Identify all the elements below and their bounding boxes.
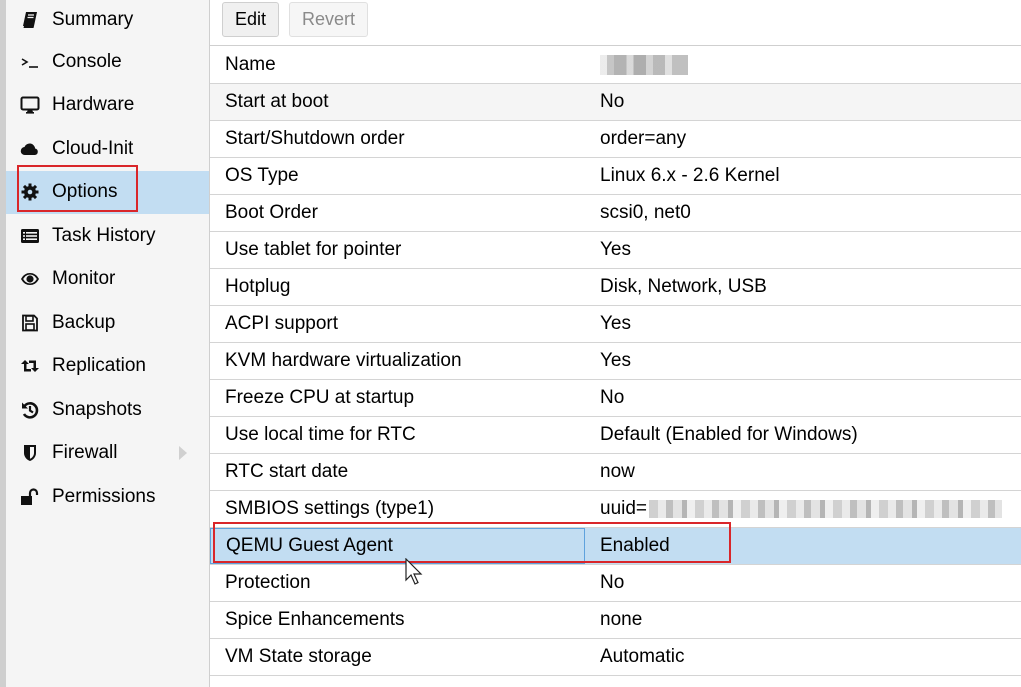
sidebar-item-label: Task History — [52, 224, 156, 246]
monitor-icon — [18, 93, 42, 117]
option-value: Linux 6.x - 2.6 Kernel — [600, 165, 780, 186]
list-icon — [18, 224, 42, 248]
option-key: KVM hardware virtualization — [225, 350, 462, 371]
sidebar-item-label: Hardware — [52, 94, 135, 116]
option-value: No — [600, 572, 625, 593]
cloud-icon — [18, 137, 42, 161]
table-row-tablet[interactable]: Use tablet for pointer Yes — [210, 232, 1021, 269]
option-key: Start at boot — [225, 91, 329, 112]
options-grid: Name Start at boot No Start/Shutdown ord… — [210, 47, 1021, 676]
option-value: Yes — [600, 239, 631, 260]
option-key: Use tablet for pointer — [225, 239, 402, 260]
sidebar-item-options[interactable]: Options — [6, 170, 209, 214]
table-row-start-at-boot[interactable]: Start at boot No — [210, 84, 1021, 121]
table-row-kvm[interactable]: KVM hardware virtualization Yes — [210, 343, 1021, 380]
option-value: No — [600, 91, 625, 112]
sidebar-item-summary[interactable]: Summary — [6, 0, 209, 40]
option-value: none — [600, 609, 643, 630]
sidebar-item-snapshots[interactable]: Snapshots — [6, 388, 209, 432]
option-key: Name — [225, 54, 276, 75]
shield-icon — [18, 441, 42, 465]
table-row-spice[interactable]: Spice Enhancements none — [210, 602, 1021, 639]
sidebar-item-label: Replication — [52, 355, 146, 377]
option-value: Yes — [600, 313, 631, 334]
uuid-prefix: uuid= — [600, 498, 648, 519]
table-row-qemu-agent[interactable]: QEMU Guest Agent Enabled — [210, 528, 1021, 565]
table-row-rtc-start[interactable]: RTC start date now — [210, 454, 1021, 491]
sidebar: Summary Console Hardware Cloud-Init Opti — [0, 0, 210, 687]
toolbar: Edit Revert — [210, 0, 1021, 46]
option-key: Boot Order — [225, 202, 318, 223]
option-key: Freeze CPU at startup — [225, 387, 415, 408]
table-row-freeze-cpu[interactable]: Freeze CPU at startup No — [210, 380, 1021, 417]
sidebar-item-backup[interactable]: Backup — [6, 301, 209, 345]
option-value: now — [600, 461, 635, 482]
sidebar-item-label: Cloud-Init — [52, 137, 134, 159]
option-key: VM State storage — [225, 646, 372, 667]
sidebar-item-hardware[interactable]: Hardware — [6, 84, 209, 128]
sidebar-item-label: Firewall — [52, 442, 118, 464]
table-row-vmstate[interactable]: VM State storage Automatic — [210, 639, 1021, 676]
option-key: Spice Enhancements — [225, 609, 405, 630]
table-row-acpi[interactable]: ACPI support Yes — [210, 306, 1021, 343]
option-value: order=any — [600, 128, 687, 149]
revert-button[interactable]: Revert — [289, 1, 369, 37]
option-value: No — [600, 387, 625, 408]
sidebar-nav: Summary Console Hardware Cloud-Init Opti — [6, 0, 209, 519]
option-value: Yes — [600, 350, 631, 371]
sidebar-item-label: Console — [52, 50, 122, 72]
options-panel: Edit Revert Name Start at boot No Start/… — [210, 0, 1021, 687]
floppy-icon — [18, 311, 42, 335]
sidebar-item-label: Summary — [52, 9, 134, 30]
option-value — [585, 47, 1021, 83]
redacted-value — [649, 500, 1003, 518]
redacted-value — [600, 55, 688, 75]
gear-icon — [18, 180, 42, 204]
sidebar-item-permissions[interactable]: Permissions — [6, 475, 209, 519]
terminal-icon — [18, 50, 42, 74]
sidebar-item-label: Snapshots — [52, 398, 142, 420]
sidebar-item-label: Backup — [52, 311, 116, 333]
option-key: Hotplug — [225, 276, 291, 297]
submenu-arrow-icon[interactable] — [179, 446, 187, 461]
retweet-icon — [18, 354, 42, 378]
edit-button[interactable]: Edit — [222, 1, 280, 37]
mouse-cursor-icon — [405, 558, 423, 585]
sidebar-item-monitor[interactable]: Monitor — [6, 258, 209, 302]
sidebar-item-firewall[interactable]: Firewall — [6, 432, 209, 476]
sidebar-item-task-history[interactable]: Task History — [6, 214, 209, 258]
option-key: QEMU Guest Agent — [210, 528, 585, 564]
option-key: ACPI support — [225, 313, 338, 334]
eye-icon — [18, 267, 42, 291]
sidebar-item-label: Options — [52, 181, 118, 203]
option-key: RTC start date — [225, 461, 349, 482]
sidebar-item-replication[interactable]: Replication — [6, 345, 209, 389]
option-key: OS Type — [225, 165, 299, 186]
option-value: Automatic — [600, 646, 685, 667]
sidebar-item-label: Permissions — [52, 485, 156, 507]
unlock-icon — [18, 485, 42, 509]
table-row-name[interactable]: Name — [210, 47, 1021, 84]
option-value: Disk, Network, USB — [600, 276, 767, 297]
option-key: Start/Shutdown order — [225, 128, 405, 149]
table-row-hotplug[interactable]: Hotplug Disk, Network, USB — [210, 269, 1021, 306]
table-row-boot-order[interactable]: Boot Order scsi0, net0 — [210, 195, 1021, 232]
option-key: Use local time for RTC — [225, 424, 416, 445]
option-key: Protection — [225, 572, 311, 593]
sidebar-item-console[interactable]: Console — [6, 40, 209, 84]
table-row-protection[interactable]: Protection No — [210, 565, 1021, 602]
history-icon — [18, 398, 42, 422]
sidebar-item-label: Monitor — [52, 268, 116, 290]
option-key: SMBIOS settings (type1) — [225, 498, 435, 519]
table-row-startup-order[interactable]: Start/Shutdown order order=any — [210, 121, 1021, 158]
table-row-os-type[interactable]: OS Type Linux 6.x - 2.6 Kernel — [210, 158, 1021, 195]
option-value: Default (Enabled for Windows) — [600, 424, 858, 445]
book-icon — [18, 8, 42, 32]
sidebar-item-cloud-init[interactable]: Cloud-Init — [6, 127, 209, 171]
option-value: scsi0, net0 — [600, 202, 691, 223]
table-row-localtime[interactable]: Use local time for RTC Default (Enabled … — [210, 417, 1021, 454]
option-value: uuid= — [585, 491, 1021, 527]
option-value: Enabled — [600, 535, 670, 556]
table-row-smbios[interactable]: SMBIOS settings (type1) uuid= — [210, 491, 1021, 528]
